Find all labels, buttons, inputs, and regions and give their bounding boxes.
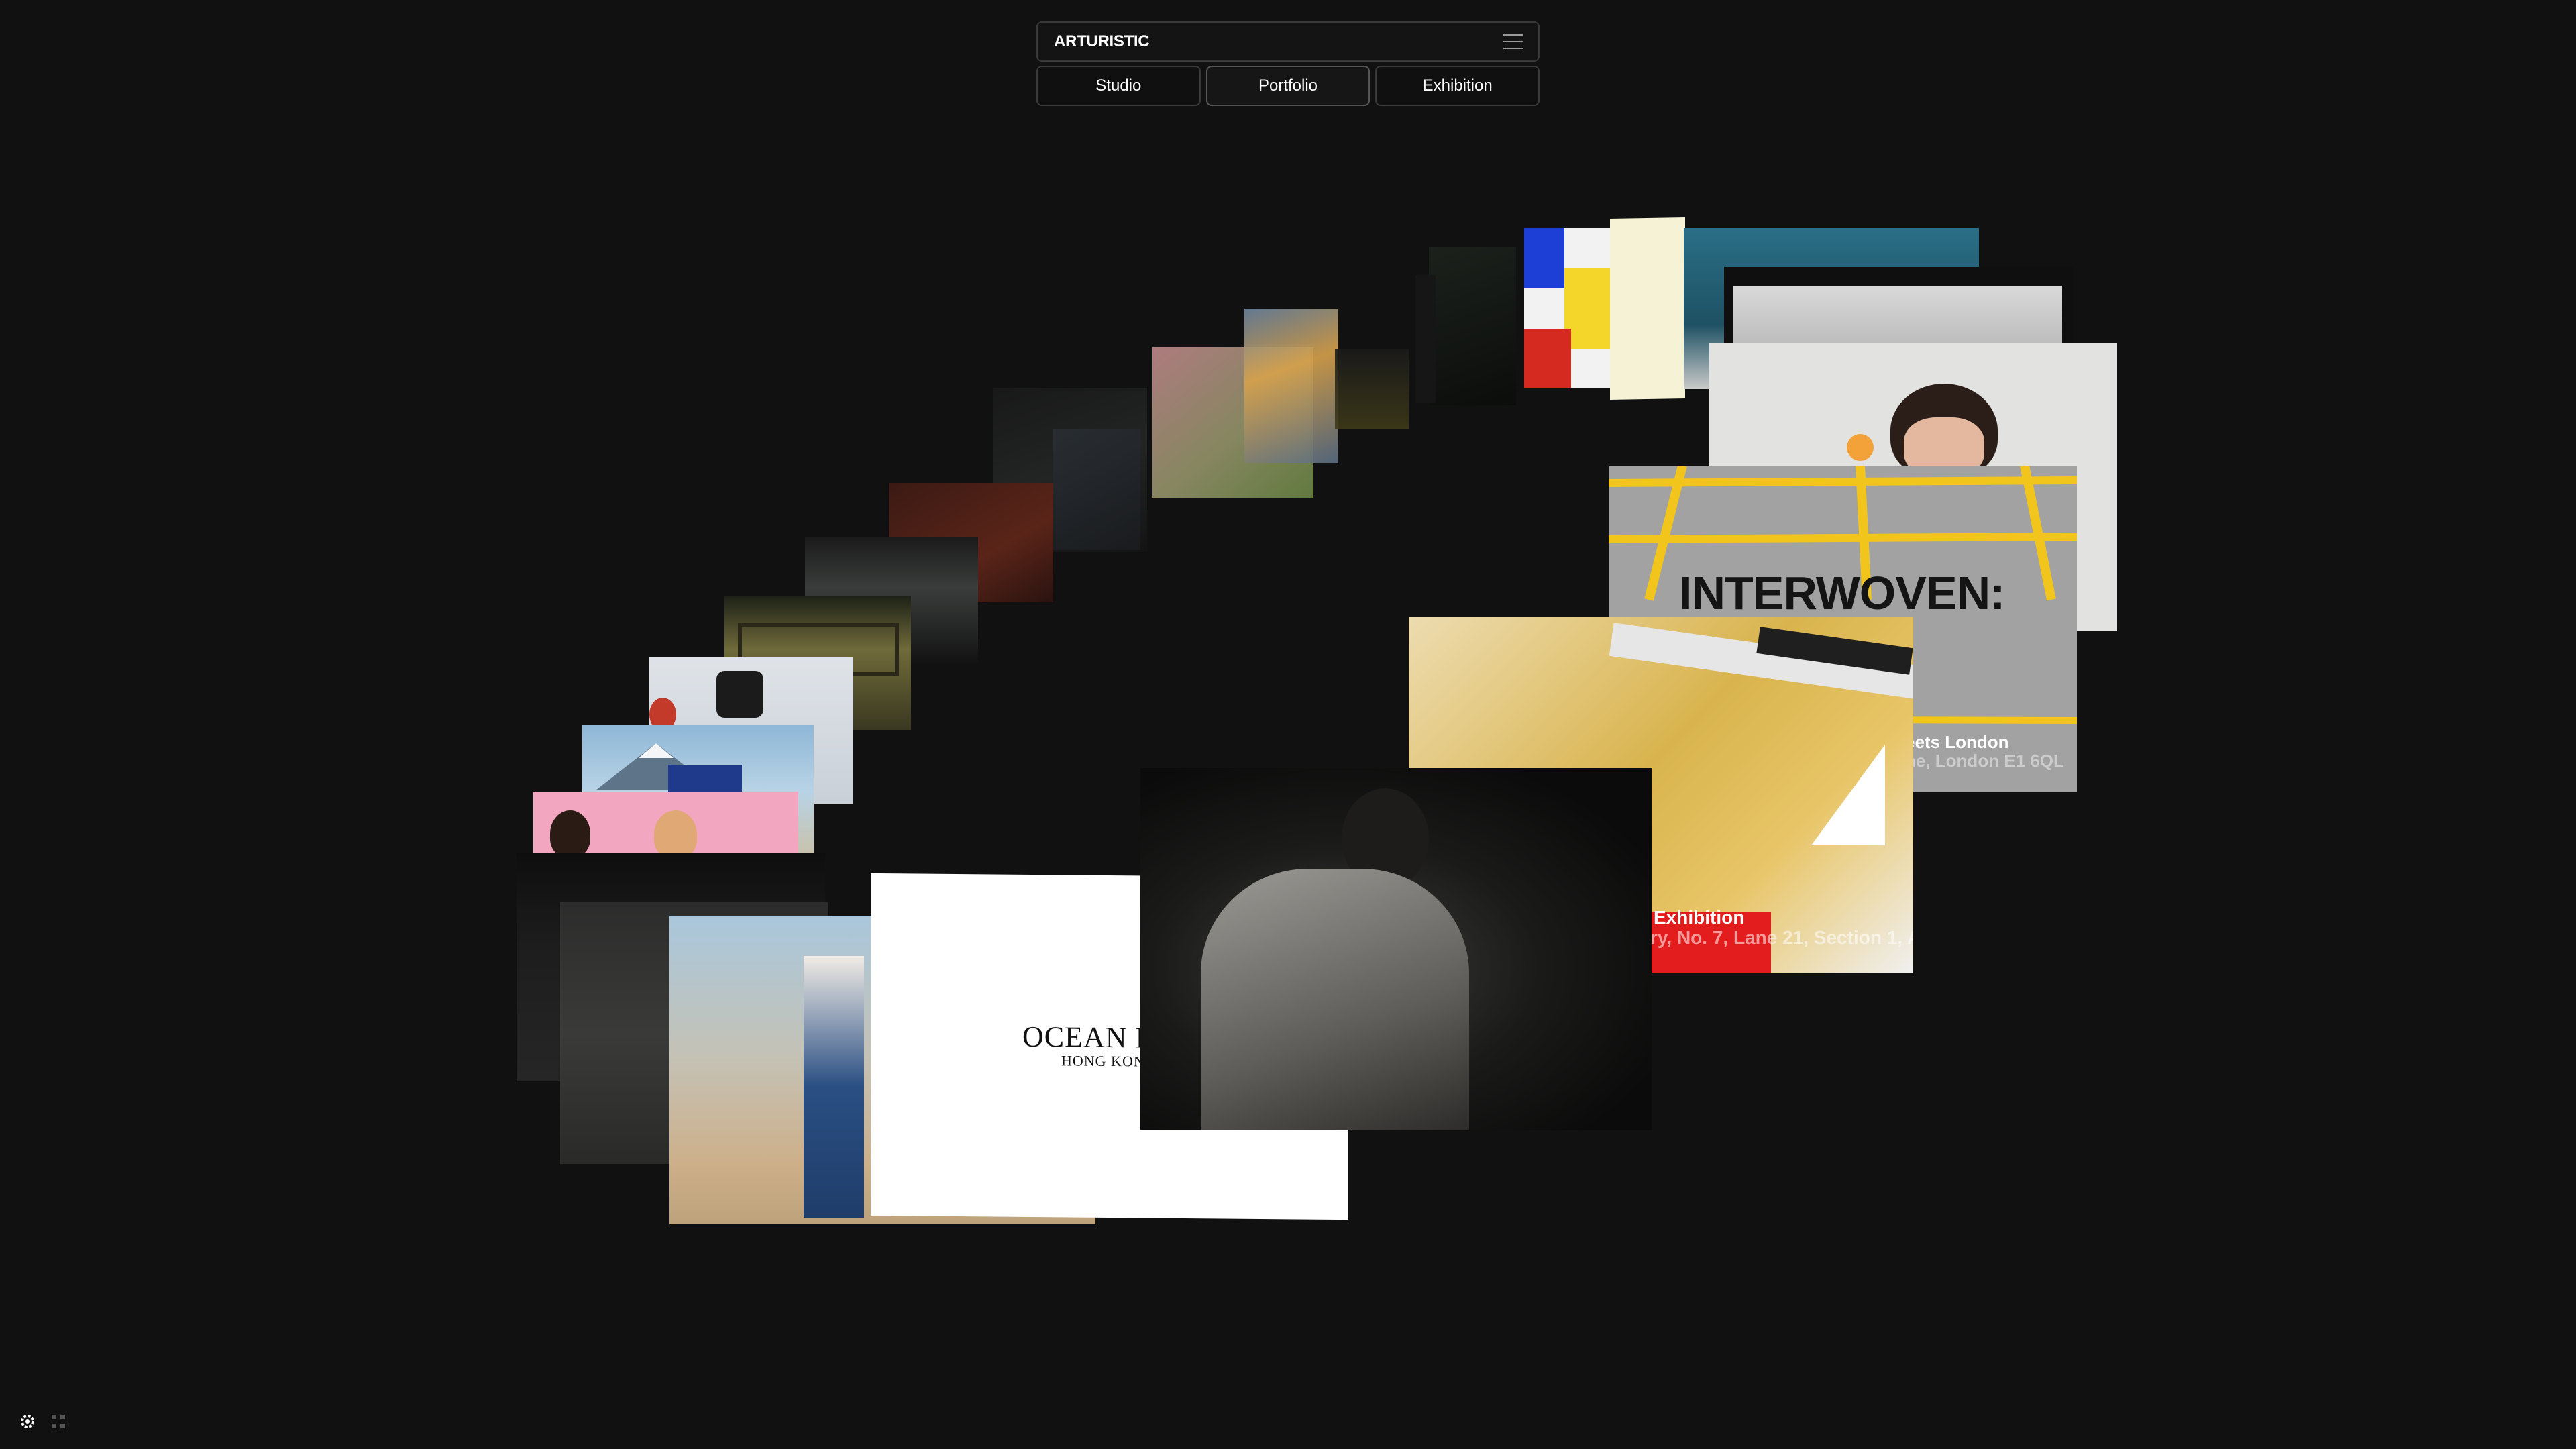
necklace-pendant [716,671,763,718]
grid-view-icon[interactable] [50,1413,67,1430]
interwoven-line-2: ne, London E1 6QL [1905,751,2064,771]
top-navigation: ARTURISTIC Studio Portfolio Exhibition [1036,21,1540,106]
portfolio-card-pikachu-art[interactable] [1524,228,1611,388]
menu-line [1503,34,1523,36]
poster-white-triangle [1811,745,1885,845]
nav-tabs: Studio Portfolio Exhibition [1036,66,1540,106]
portfolio-card-dark-sculpture[interactable] [1429,247,1516,405]
nav-bar: ARTURISTIC [1036,21,1540,62]
portrait-girl-2 [654,810,697,859]
artwork-red-shape [1524,329,1571,388]
portfolio-card-dim-yellow[interactable] [1335,349,1409,429]
portfolio-card-cream-paper[interactable] [1610,217,1685,400]
portfolio-card-bw-man-robe[interactable] [1140,768,1652,1130]
artwork-yellow-shape [1564,268,1611,349]
ping-pong-ball [1847,434,1874,461]
menu-line [1503,48,1523,49]
tab-studio[interactable]: Studio [1036,66,1201,106]
fuji-snowcap [639,743,674,758]
portfolio-card-dark-small[interactable] [1415,275,1436,402]
exhibition-poster-title: Exhibition [1654,907,1745,928]
artwork-blue-shape [1524,228,1564,288]
player-torso [804,956,864,1218]
man-robe [1201,869,1469,1130]
gear-icon[interactable] [19,1413,36,1430]
portfolio-card-yellow-object[interactable] [1244,309,1338,463]
interwoven-line-1: eets London [1905,732,2009,752]
portfolio-carousel[interactable]: INTERWOVEN: eets London ne, London E1 6Q… [0,0,2576,1449]
view-controls [19,1413,67,1430]
tab-exhibition[interactable]: Exhibition [1375,66,1540,106]
exhibition-poster-address: ry, No. 7, Lane 21, Section 1, A [1650,927,1913,948]
ocean-park-subtitle: HONG KON [1061,1052,1145,1070]
tab-portfolio[interactable]: Portfolio [1205,66,1371,106]
menu-line [1503,41,1523,42]
hamburger-menu-icon[interactable] [1503,34,1523,49]
ocean-park-title: OCEAN P [1022,1020,1153,1055]
interwoven-title: INTERWOVEN: [1679,567,2005,619]
brand-logo[interactable]: ARTURISTIC [1054,32,1150,51]
portfolio-card-dark-shelves[interactable] [1053,429,1140,550]
portrait-girl-1 [550,810,590,857]
